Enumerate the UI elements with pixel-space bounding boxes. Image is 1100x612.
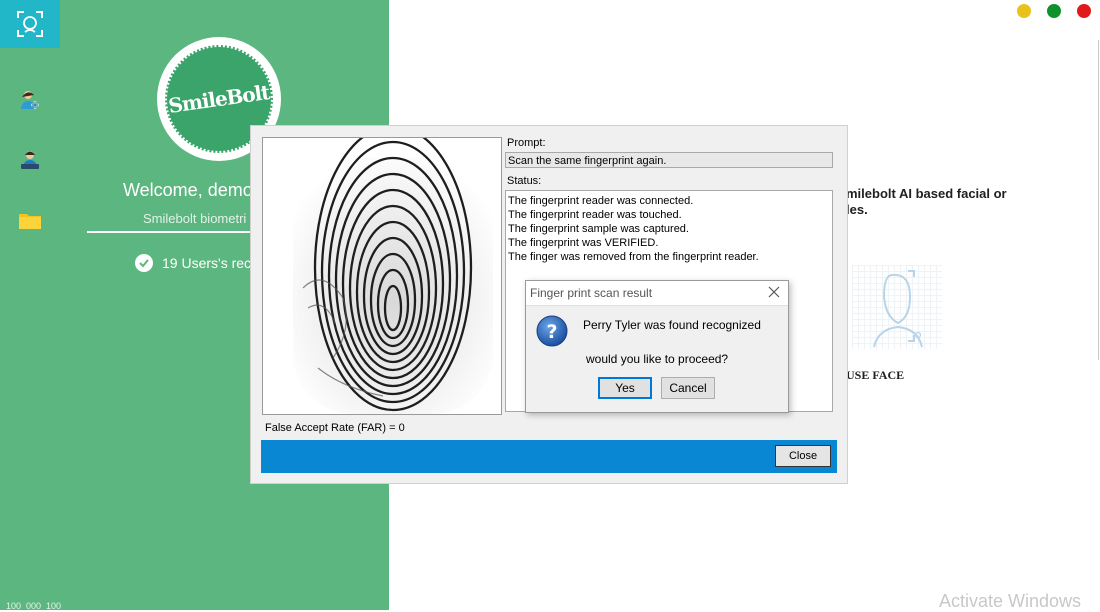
status-line: The fingerprint reader was touched. xyxy=(508,209,682,221)
users-recognized-row: 19 Users's reco xyxy=(135,254,259,272)
yes-button[interactable]: Yes xyxy=(598,377,652,399)
feature-description: milebolt AI based facial or les. xyxy=(846,186,1007,217)
maximize-button[interactable] xyxy=(1047,4,1061,18)
far-label: False Accept Rate (FAR) = 0 xyxy=(265,422,405,434)
nav-rail xyxy=(0,0,60,610)
close-window-button[interactable] xyxy=(1077,4,1091,18)
question-icon: ? xyxy=(536,315,568,347)
fingerprint-icon xyxy=(293,138,493,414)
nav-item-face-scan[interactable] xyxy=(0,0,60,48)
fingerprint-image xyxy=(262,137,502,415)
nav-item-user-laptop[interactable] xyxy=(0,136,60,184)
use-face-label[interactable]: USE FACE xyxy=(846,368,904,383)
svg-text:?: ? xyxy=(546,321,557,343)
add-user-icon xyxy=(21,91,39,109)
subtitle-text: Smilebolt biometri xyxy=(143,211,247,226)
welcome-text: Welcome, demo xyxy=(123,180,253,200)
result-message: Perry Tyler was found recognized xyxy=(583,318,761,332)
prompt-field: Scan the same fingerprint again. xyxy=(505,152,833,168)
logo-text: SmileBolt xyxy=(167,80,271,118)
users-recognized-text: 19 Users's reco xyxy=(162,255,259,271)
proceed-question: would you like to proceed? xyxy=(586,352,729,366)
status-line: The fingerprint reader was connected. xyxy=(508,195,694,207)
face-scan-illustration xyxy=(852,265,942,349)
content-divider xyxy=(1098,40,1099,360)
status-line: The fingerprint sample was captured. xyxy=(508,223,689,235)
scan-result-dialog: Finger print scan result ? Perry Tyler w… xyxy=(525,280,789,413)
face-scan-icon xyxy=(17,11,43,37)
face-outline-icon xyxy=(873,270,923,348)
dialog-titlebar: Finger print scan result xyxy=(526,281,788,306)
dialog-title: Finger print scan result xyxy=(530,286,653,300)
user-laptop-icon xyxy=(21,151,39,169)
status-label: Status: xyxy=(507,175,542,187)
close-button[interactable]: Close xyxy=(775,445,831,467)
prompt-label: Prompt: xyxy=(507,137,546,149)
folder-icon xyxy=(19,214,41,229)
cancel-button[interactable]: Cancel xyxy=(661,377,715,399)
close-icon[interactable] xyxy=(766,284,782,300)
nav-item-folder[interactable] xyxy=(0,196,60,244)
check-circle-icon xyxy=(135,254,153,272)
minimize-button[interactable] xyxy=(1017,4,1031,18)
dialog-footer-bar: Close xyxy=(261,440,837,473)
nav-item-add-user[interactable] xyxy=(0,76,60,124)
activate-windows-watermark: Activate Windows xyxy=(939,591,1082,611)
status-line: The finger was removed from the fingerpr… xyxy=(508,251,759,263)
status-line: The fingerprint was VERIFIED. xyxy=(508,237,659,249)
